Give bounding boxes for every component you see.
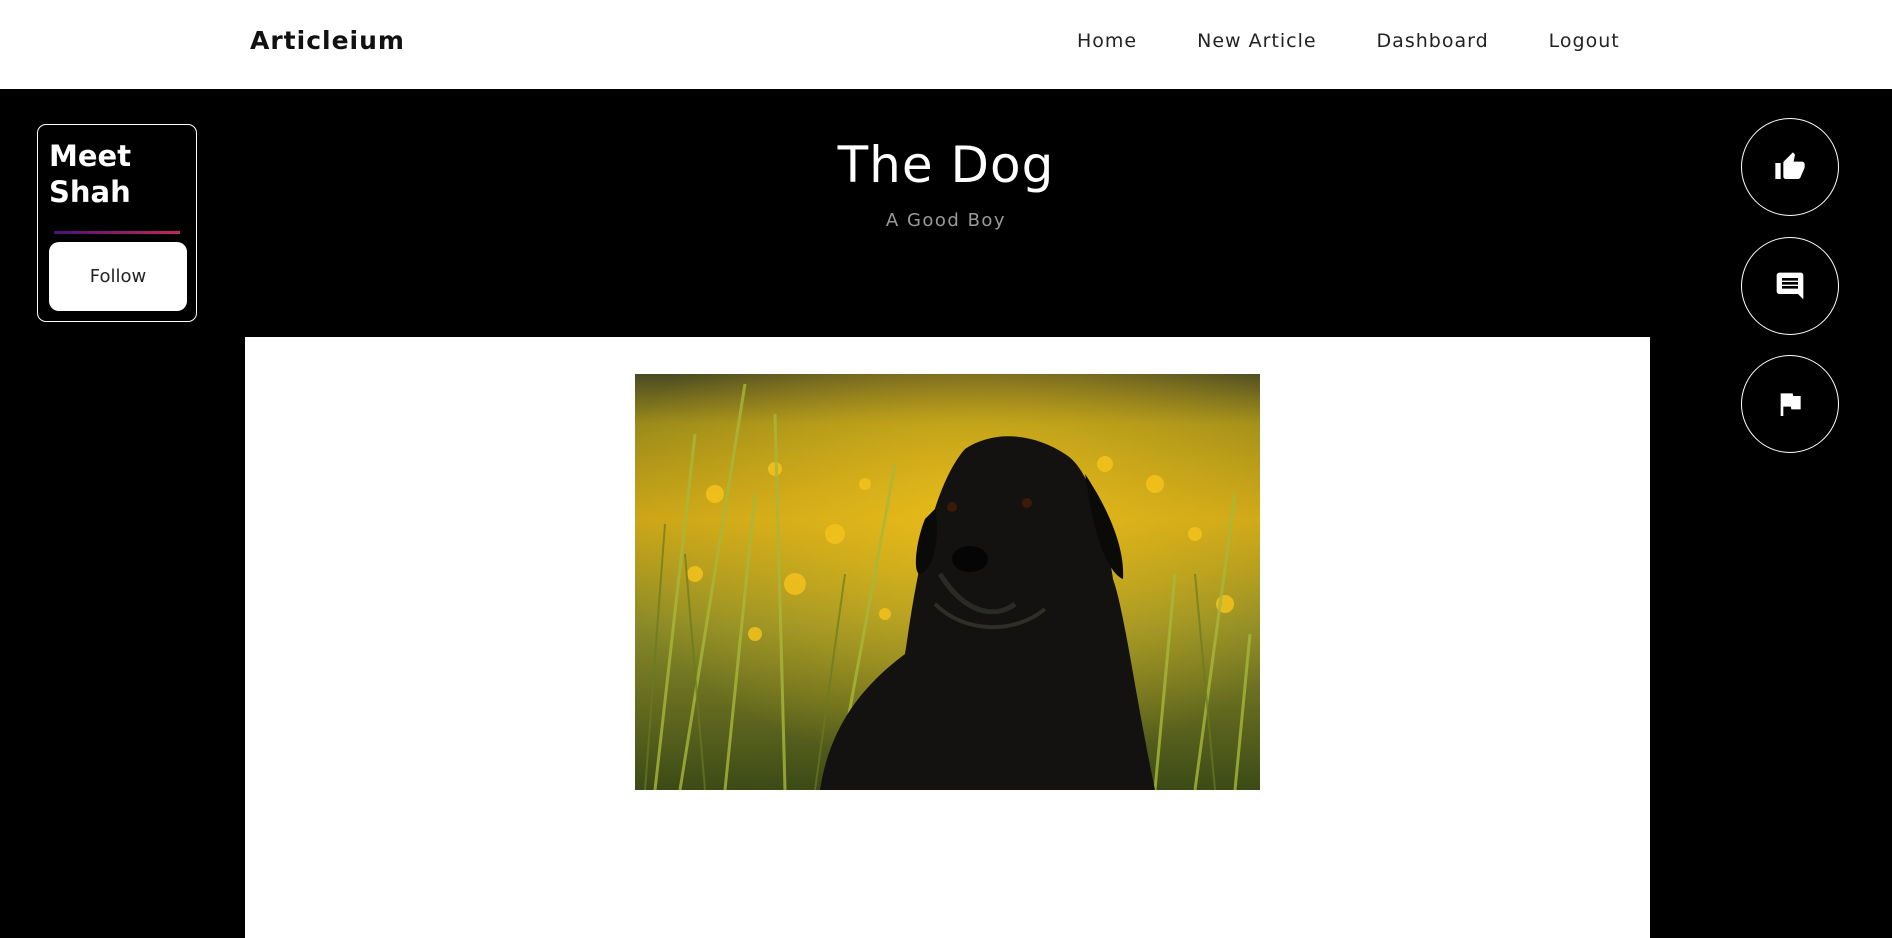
nav-links: Home New Article Dashboard Logout	[1077, 30, 1620, 52]
article-body	[245, 337, 1650, 938]
report-button[interactable]	[1741, 355, 1839, 453]
brand-logo[interactable]: Articleium	[250, 26, 405, 55]
nav-new-article-link[interactable]: New Article	[1197, 30, 1316, 52]
follow-button[interactable]: Follow	[49, 242, 187, 311]
author-underline	[54, 231, 180, 234]
nav-home-link[interactable]: Home	[1077, 30, 1137, 52]
article-subtitle: A Good Boy	[885, 210, 1007, 231]
comment-icon	[1776, 272, 1804, 300]
comment-button[interactable]	[1741, 237, 1839, 335]
author-name-last: Shah	[49, 175, 131, 209]
dog-photo	[635, 374, 1260, 790]
author-name-first: Meet	[49, 139, 132, 173]
top-navbar: Articleium Home New Article Dashboard Lo…	[0, 0, 1892, 89]
nav-dashboard-link[interactable]: Dashboard	[1377, 30, 1489, 52]
article-image	[635, 374, 1260, 790]
author-card: Meet Shah Follow	[37, 124, 197, 322]
like-button[interactable]	[1741, 118, 1839, 216]
article-title: The Dog	[837, 136, 1055, 194]
nav-logout-link[interactable]: Logout	[1549, 30, 1620, 52]
thumbs-up-icon	[1775, 152, 1805, 179]
author-name: Meet Shah	[49, 138, 131, 210]
flag-icon	[1780, 393, 1801, 416]
